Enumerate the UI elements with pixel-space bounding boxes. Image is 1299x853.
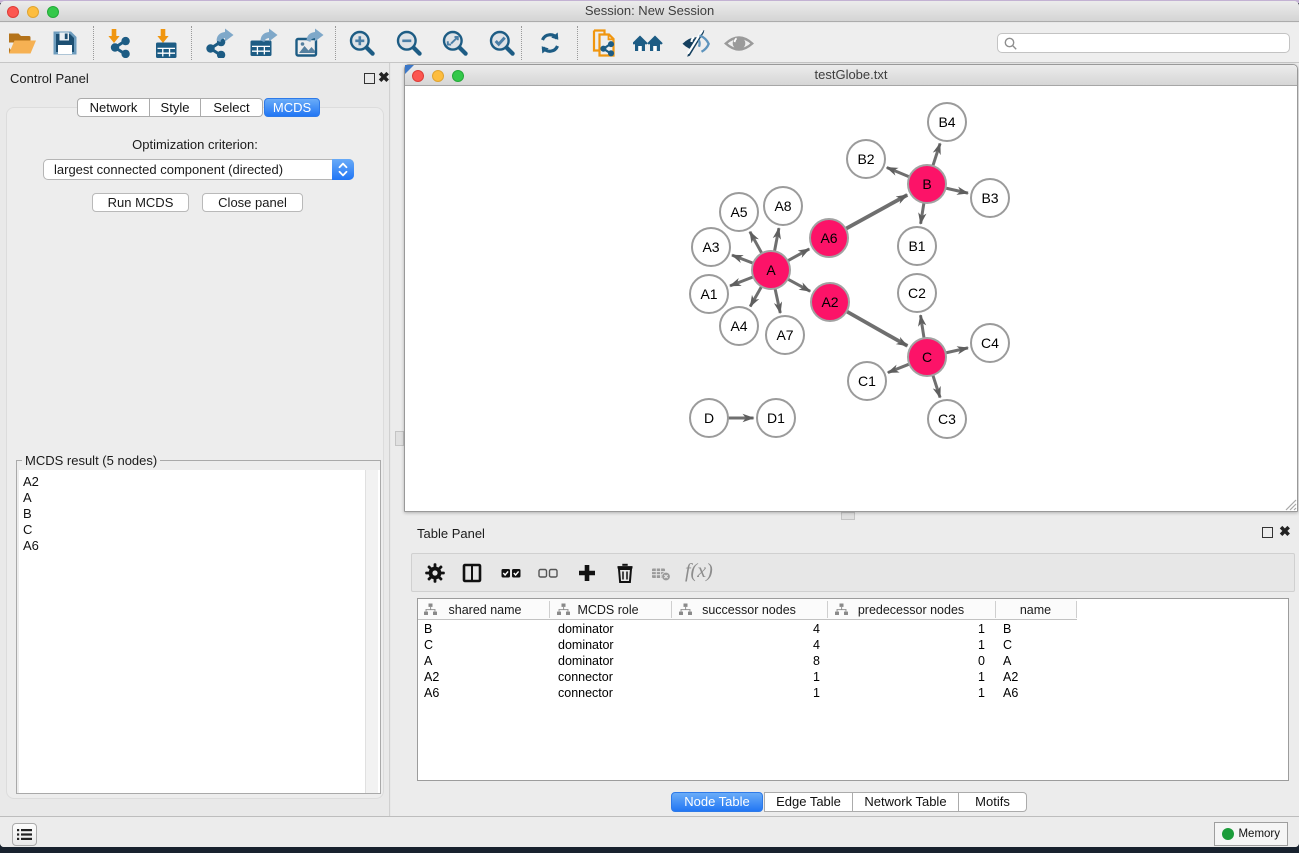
svg-text:A5: A5 <box>730 204 747 220</box>
svg-text:C: C <box>922 349 932 365</box>
svg-text:A3: A3 <box>702 239 719 255</box>
svg-text:C4: C4 <box>981 335 999 351</box>
svg-text:A4: A4 <box>730 318 747 334</box>
svg-text:D: D <box>704 410 714 426</box>
svg-text:A2: A2 <box>821 294 838 310</box>
svg-text:B2: B2 <box>857 151 874 167</box>
svg-text:B3: B3 <box>981 190 998 206</box>
svg-text:A1: A1 <box>700 286 717 302</box>
svg-text:A6: A6 <box>820 230 837 246</box>
svg-text:D1: D1 <box>767 410 785 426</box>
svg-text:A7: A7 <box>776 327 793 343</box>
svg-text:C1: C1 <box>858 373 876 389</box>
svg-text:B: B <box>922 176 931 192</box>
svg-text:A8: A8 <box>774 198 791 214</box>
svg-text:C3: C3 <box>938 411 956 427</box>
svg-text:B4: B4 <box>938 114 955 130</box>
svg-text:A: A <box>766 262 776 278</box>
svg-text:B1: B1 <box>908 238 925 254</box>
svg-text:C2: C2 <box>908 285 926 301</box>
